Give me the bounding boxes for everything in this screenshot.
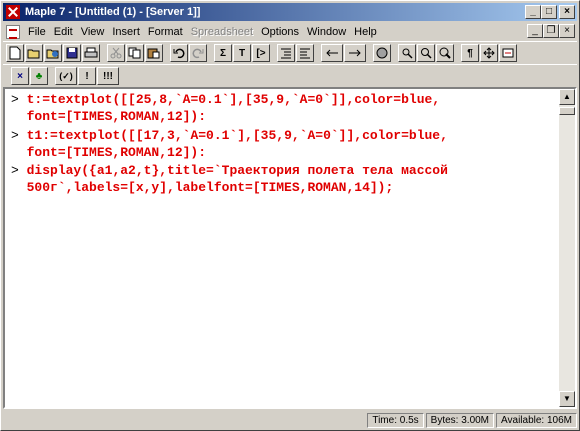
input-line[interactable]: font=[TIMES,ROMAN,12]): — [11, 145, 206, 160]
menu-insert[interactable]: Insert — [108, 26, 144, 38]
paste-icon[interactable] — [145, 44, 163, 62]
expand-icon[interactable] — [480, 44, 498, 62]
context-toolbar: × ♣ (✓) ! !!! — [3, 64, 577, 88]
prompt-icon[interactable]: [> — [252, 44, 270, 62]
tree-icon[interactable]: ♣ — [30, 67, 48, 85]
open-url-icon[interactable] — [44, 44, 62, 62]
print-icon[interactable] — [82, 44, 100, 62]
input-text: display({a1,a2,t},title=`Траектория поле… — [26, 163, 448, 178]
forward-icon[interactable] — [344, 44, 366, 62]
menu-file[interactable]: File — [24, 26, 50, 38]
prompt-marker: > — [11, 92, 19, 107]
status-time: Time: 0.5s — [367, 413, 424, 428]
sigma-icon[interactable]: Σ — [214, 44, 232, 62]
execute-all-icon[interactable]: !!! — [97, 67, 119, 85]
main-toolbar: Σ T [> ¶ — [3, 41, 577, 65]
outdent-icon[interactable] — [296, 44, 314, 62]
input-line[interactable]: 500г`,labels=[x,y],labelfont=[TIMES,ROMA… — [11, 180, 394, 195]
copy-icon[interactable] — [126, 44, 144, 62]
status-available: Available: 106M — [496, 413, 577, 428]
menu-edit[interactable]: Edit — [50, 26, 77, 38]
x-icon[interactable]: × — [11, 67, 29, 85]
menu-spreadsheet: Spreadsheet — [190, 25, 254, 38]
back-icon[interactable] — [321, 44, 343, 62]
input-text: t:=textplot([[25,8,`A=0.1`],[35,9,`A=0`]… — [26, 92, 441, 107]
restart-icon[interactable] — [499, 44, 517, 62]
stop-icon[interactable] — [373, 44, 391, 62]
menu-view[interactable]: View — [77, 26, 109, 38]
scroll-up-button[interactable]: ▲ — [559, 89, 575, 105]
cut-icon[interactable] — [107, 44, 125, 62]
input-line[interactable]: font=[TIMES,ROMAN,12]): — [11, 109, 206, 124]
prompt-marker: > — [11, 128, 19, 143]
menu-format[interactable]: Format — [144, 26, 187, 38]
redo-icon[interactable] — [189, 44, 207, 62]
maple-window: Maple 7 - [Untitled (1) - [Server 1]] _ … — [0, 0, 580, 431]
paren-icon[interactable]: (✓) — [55, 67, 77, 85]
zoom-200-icon[interactable] — [417, 44, 435, 62]
menu-options[interactable]: Options — [257, 26, 303, 38]
minimize-button[interactable]: _ — [525, 5, 541, 19]
open-icon[interactable] — [25, 44, 43, 62]
doc-restore-button[interactable]: ❐ — [543, 24, 559, 38]
doc-minimize-button[interactable]: _ — [527, 24, 543, 38]
save-icon[interactable] — [63, 44, 81, 62]
status-bytes: Bytes: 3.00M — [425, 413, 495, 428]
status-bar: Time: 0.5s Bytes: 3.00M Available: 106M — [3, 412, 577, 429]
zoom-100-icon[interactable] — [398, 44, 416, 62]
input-text: t1:=textplot([[17,3,`A=0.1`],[35,9,`A=0`… — [26, 128, 448, 143]
title-bar[interactable]: Maple 7 - [Untitled (1) - [Server 1]] _ … — [3, 3, 577, 21]
input-line[interactable]: > t:=textplot([[25,8,`A=0.1`],[35,9,`A=0… — [11, 92, 440, 107]
doc-close-button[interactable]: × — [559, 24, 575, 38]
execute-icon[interactable]: ! — [78, 67, 96, 85]
maximize-button[interactable]: □ — [541, 5, 557, 19]
zoom-400-icon[interactable] — [436, 44, 454, 62]
input-text: font=[TIMES,ROMAN,12]): — [26, 145, 207, 160]
worksheet[interactable]: > t:=textplot([[25,8,`A=0.1`],[35,9,`A=0… — [3, 87, 577, 409]
menu-bar: File Edit View Insert Format Spreadsheet… — [3, 22, 577, 41]
scroll-down-button[interactable]: ▼ — [559, 391, 575, 407]
window-title: Maple 7 - [Untitled (1) - [Server 1]] — [25, 6, 201, 18]
status-message-area — [3, 413, 365, 428]
menu-window[interactable]: Window — [303, 26, 350, 38]
vertical-scrollbar[interactable]: ▲ ▼ — [559, 89, 575, 407]
document-icon[interactable] — [6, 24, 20, 39]
new-icon[interactable] — [6, 44, 24, 62]
text-icon[interactable]: T — [233, 44, 251, 62]
input-text: font=[TIMES,ROMAN,12]): — [26, 109, 207, 124]
undo-icon[interactable] — [170, 44, 188, 62]
indent-icon[interactable] — [277, 44, 295, 62]
maple-app-icon[interactable] — [6, 5, 20, 19]
scroll-thumb[interactable] — [559, 107, 575, 115]
close-button[interactable]: × — [559, 5, 575, 19]
input-line[interactable]: > display({a1,a2,t},title=`Траектория по… — [11, 163, 448, 178]
input-line[interactable]: > t1:=textplot([[17,3,`A=0.1`],[35,9,`A=… — [11, 128, 448, 143]
worksheet-content[interactable]: > t:=textplot([[25,8,`A=0.1`],[35,9,`A=0… — [5, 89, 561, 407]
menu-help[interactable]: Help — [350, 26, 381, 38]
prompt-marker: > — [11, 163, 19, 178]
input-text: 500г`,labels=[x,y],labelfont=[TIMES,ROMA… — [26, 180, 394, 195]
paragraph-icon[interactable]: ¶ — [461, 44, 479, 62]
